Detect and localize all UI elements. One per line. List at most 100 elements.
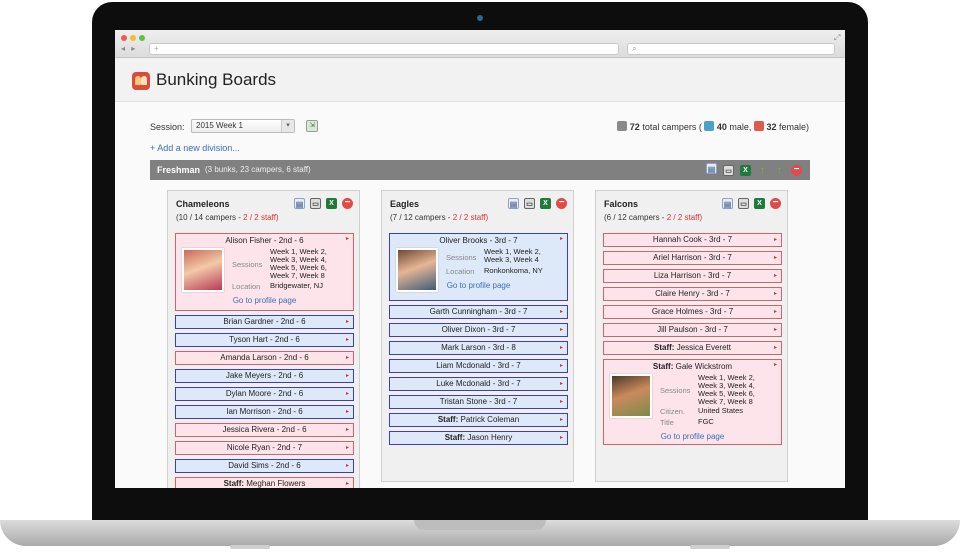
- camper-name: Hannah Cook - 3rd - 7: [652, 235, 733, 244]
- staff-row[interactable]: Staff: Jessica Everett ▸: [603, 341, 782, 355]
- camper-row[interactable]: Liam Mcdonald - 3rd - 7 ▸: [389, 359, 568, 373]
- session-select[interactable]: 2015 Week 1 ▾: [191, 119, 295, 133]
- excel-icon[interactable]: X: [754, 198, 765, 209]
- camper-row[interactable]: Ariel Harrison - 3rd - 7 ▸: [603, 251, 782, 265]
- staff-card-expanded[interactable]: Staff: Gale Wickstrom ▸ Sessions Week 1,…: [603, 359, 782, 445]
- camper-row[interactable]: Brian Gardner - 2nd - 6 ▸: [175, 315, 354, 329]
- caret-icon[interactable]: ▸: [346, 316, 349, 328]
- staff-row[interactable]: Staff: Jason Henry ▸: [389, 431, 568, 445]
- caret-icon[interactable]: ▸: [560, 378, 563, 390]
- camper-row[interactable]: Tristan Stone - 3rd - 7 ▸: [389, 395, 568, 409]
- camper-row[interactable]: Mark Larson - 3rd - 8 ▸: [389, 341, 568, 355]
- up-arrow-icon[interactable]: ↑: [774, 165, 785, 176]
- camper-row[interactable]: Dylan Moore - 2nd - 6 ▸: [175, 387, 354, 401]
- camper-count: (7 / 12 campers -: [390, 213, 451, 222]
- caret-icon[interactable]: ▸: [560, 306, 563, 318]
- camper-row[interactable]: Grace Holmes - 3rd - 7 ▸: [603, 305, 782, 319]
- export-icon[interactable]: ⇲: [306, 120, 318, 132]
- remove-icon[interactable]: −: [556, 198, 567, 209]
- caret-icon[interactable]: ▸: [774, 252, 777, 264]
- print-icon[interactable]: ▭: [524, 198, 535, 209]
- caret-icon[interactable]: ▸: [346, 370, 349, 382]
- add-division-link[interactable]: + Add a new division...: [150, 143, 240, 153]
- caret-icon[interactable]: ▸: [346, 388, 349, 400]
- card-icon[interactable]: ▤: [722, 198, 733, 209]
- profile-link[interactable]: Go to profile page: [604, 432, 781, 441]
- card-icon[interactable]: ▤: [508, 198, 519, 209]
- caret-icon[interactable]: ▸: [774, 342, 777, 354]
- print-icon[interactable]: ▭: [738, 198, 749, 209]
- camper-row[interactable]: Amanda Larson - 2nd - 6 ▸: [175, 351, 354, 365]
- caret-icon[interactable]: ▸: [560, 324, 563, 336]
- camper-row[interactable]: Jill Paulson - 3rd - 7 ▸: [603, 323, 782, 337]
- excel-icon[interactable]: X: [326, 198, 337, 209]
- camper-row[interactable]: Hannah Cook - 3rd - 7 ▸: [603, 233, 782, 247]
- back-forward-icon[interactable]: ◂ ▸: [121, 44, 137, 53]
- caret-icon[interactable]: ▸: [560, 396, 563, 408]
- excel-icon[interactable]: X: [540, 198, 551, 209]
- caret-icon[interactable]: ▸: [346, 460, 349, 472]
- staff-name: Gale Wickstrom: [675, 362, 733, 371]
- division-name: Freshman: [157, 165, 201, 175]
- excel-icon[interactable]: X: [740, 164, 751, 176]
- caret-icon[interactable]: ▸: [560, 342, 563, 354]
- camper-name: Jake Meyers - 2nd - 6: [225, 371, 304, 380]
- caret-icon[interactable]: ▸: [560, 360, 563, 372]
- print-icon[interactable]: ▭: [723, 164, 734, 176]
- camper-name: Liam Mcdonald - 3rd - 7: [436, 361, 521, 370]
- camper-card-expanded[interactable]: Oliver Brooks - 3rd - 7 ▸ Sessions Week …: [389, 233, 568, 301]
- male-label: male,: [729, 122, 752, 132]
- location-value: Ronkonkoma, NY: [484, 266, 543, 275]
- caret-icon[interactable]: ▸: [560, 432, 563, 444]
- camper-name: Ian Morrison - 2nd - 6: [226, 407, 303, 416]
- camper-row[interactable]: Luke Mcdonald - 3rd - 7 ▸: [389, 377, 568, 391]
- camper-row[interactable]: Jake Meyers - 2nd - 6 ▸: [175, 369, 354, 383]
- camper-row[interactable]: David Sims - 2nd - 6 ▸: [175, 459, 354, 473]
- caret-icon[interactable]: ▸: [774, 288, 777, 300]
- remove-icon[interactable]: −: [342, 198, 353, 209]
- remove-icon[interactable]: −: [770, 198, 781, 209]
- staff-prefix: Staff:: [652, 362, 674, 371]
- camper-row[interactable]: Liza Harrison - 3rd - 7 ▸: [603, 269, 782, 283]
- staff-prefix: Staff:: [654, 343, 675, 352]
- caret-icon[interactable]: ▸: [346, 352, 349, 364]
- camper-card-expanded[interactable]: Alison Fisher - 2nd - 6 ▸ Sessions Week …: [175, 233, 354, 311]
- camper-row[interactable]: Claire Henry - 3rd - 7 ▸: [603, 287, 782, 301]
- caret-icon[interactable]: ▸: [346, 235, 349, 242]
- profile-link[interactable]: Go to profile page: [176, 296, 353, 305]
- minimize-window-dot[interactable]: [130, 35, 136, 41]
- caret-icon[interactable]: ▸: [774, 270, 777, 282]
- camper-row[interactable]: Jessica Rivera - 2nd - 6 ▸: [175, 423, 354, 437]
- laptop-notch: [414, 520, 546, 530]
- caret-icon[interactable]: ▸: [346, 406, 349, 418]
- caret-icon[interactable]: ▸: [346, 478, 349, 488]
- camper-row[interactable]: Nicole Ryan - 2nd - 7 ▸: [175, 441, 354, 455]
- caret-icon[interactable]: ▸: [560, 235, 563, 242]
- caret-icon[interactable]: ▸: [346, 424, 349, 436]
- address-bar[interactable]: +: [149, 43, 619, 55]
- caret-icon[interactable]: ▸: [346, 442, 349, 454]
- caret-icon[interactable]: ▸: [774, 306, 777, 318]
- staff-row[interactable]: Staff: Meghan Flowers ▸: [175, 477, 354, 488]
- close-window-dot[interactable]: [121, 35, 127, 41]
- caret-icon[interactable]: ▸: [560, 414, 563, 426]
- staff-row[interactable]: Staff: Patrick Coleman ▸: [389, 413, 568, 427]
- fullscreen-icon[interactable]: ⤢: [834, 33, 840, 43]
- camper-row[interactable]: Garth Cunningham - 3rd - 7 ▸: [389, 305, 568, 319]
- caret-icon[interactable]: ▸: [774, 361, 777, 368]
- caret-icon[interactable]: ▸: [346, 334, 349, 346]
- camper-row[interactable]: Ian Morrison - 2nd - 6 ▸: [175, 405, 354, 419]
- zoom-window-dot[interactable]: [139, 35, 145, 41]
- person-icon: [617, 121, 628, 131]
- card-icon[interactable]: ▤: [706, 162, 717, 174]
- card-icon[interactable]: ▤: [294, 198, 305, 209]
- caret-icon[interactable]: ▸: [774, 324, 777, 336]
- profile-link[interactable]: Go to profile page: [390, 281, 567, 290]
- camper-row[interactable]: Oliver Dixon - 3rd - 7 ▸: [389, 323, 568, 337]
- print-icon[interactable]: ▭: [310, 198, 321, 209]
- caret-icon[interactable]: ▸: [774, 234, 777, 246]
- browser-search-bar[interactable]: ⌕: [627, 43, 835, 55]
- remove-icon[interactable]: −: [791, 164, 802, 176]
- camper-row[interactable]: Tyson Hart - 2nd - 6 ▸: [175, 333, 354, 347]
- up-arrow-icon[interactable]: ↑: [757, 165, 768, 176]
